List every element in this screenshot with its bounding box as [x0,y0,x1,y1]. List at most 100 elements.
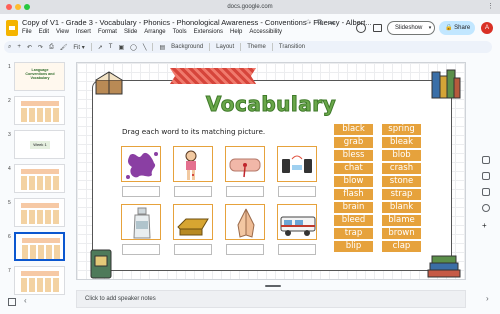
answer-drop-box[interactable] [278,186,316,197]
collapse-filmstrip-icon[interactable]: ‹ [24,296,27,305]
word-tile[interactable]: grab [334,137,373,148]
address-bar[interactable]: docs.google.com [200,2,300,12]
image-icon[interactable]: ▣ [118,44,124,51]
background-button[interactable]: Background [171,44,203,50]
gold-bars-icon [177,218,209,236]
contacts-icon[interactable] [482,204,490,212]
expand-panel-icon[interactable]: › [486,294,489,303]
word-tile[interactable]: spring [382,124,421,135]
word-tile[interactable]: black [334,124,373,135]
slide-thumbnail[interactable] [14,198,65,227]
slideshow-dropdown-icon[interactable]: ▾ [424,21,436,35]
menu-view[interactable]: View [56,29,69,35]
filmstrip-slide-4[interactable]: 4 [0,164,72,194]
menu-arrange[interactable]: Arrange [144,29,165,35]
version-history-icon[interactable] [356,23,366,33]
word-tile[interactable]: blank [382,202,421,213]
word-tile[interactable]: bleed [334,215,373,226]
menu-edit[interactable]: Edit [39,29,49,35]
filmstrip-slide-7[interactable]: 7 [0,266,72,296]
word-tile[interactable]: bless [334,150,373,161]
picture-card-phone-chat[interactable] [277,146,317,182]
slides-logo-icon[interactable] [6,20,18,36]
menu-help[interactable]: Help [230,29,242,35]
browser-menu-icon[interactable]: ⋮ [487,2,494,10]
thumb-grid [21,176,59,190]
picture-card-hand-with-wound[interactable] [225,146,265,182]
picture-card-praying-hands[interactable] [225,204,265,240]
word-tile[interactable]: blow [334,176,373,187]
filmstrip-slide-1[interactable]: 1 Language Conventions and Vocabulary [0,62,72,92]
tasks-icon[interactable] [482,188,490,196]
theme-button[interactable]: Theme [247,44,266,50]
add-addon-icon[interactable]: + [482,222,490,230]
avatar[interactable]: A [481,22,493,34]
word-tile[interactable]: bleak [382,137,421,148]
answer-drop-box[interactable] [122,244,160,255]
word-tile[interactable]: brain [334,202,373,213]
zoom-select[interactable]: Fit ▾ [73,44,84,51]
answer-drop-box[interactable] [226,244,264,255]
menu-extensions[interactable]: Extensions [194,29,223,35]
word-tile[interactable]: brown [382,228,421,239]
word-tile[interactable]: chat [334,163,373,174]
word-tile[interactable]: flash [334,189,373,200]
filmstrip-slide-2[interactable]: 2 [0,96,72,126]
share-button[interactable]: 🔒 Share [439,21,475,35]
comment-icon[interactable]: ▤ [159,44,165,51]
maximize-window-icon[interactable] [24,4,30,10]
answer-drop-box[interactable] [226,186,264,197]
comments-icon[interactable] [373,24,382,32]
menu-accessibility[interactable]: Accessibility [249,29,282,35]
grid-view-icon[interactable] [8,298,16,306]
answer-drop-box[interactable] [122,186,160,197]
minimize-window-icon[interactable] [15,4,21,10]
slide-title[interactable]: Vocabulary [76,92,466,117]
picture-card-camper-van[interactable] [277,204,317,240]
picture-card-bottle[interactable] [121,204,161,240]
slide-thumbnail[interactable] [14,164,65,193]
slide-thumbnail-active[interactable] [14,232,65,261]
line-icon[interactable]: ╲ [143,44,147,51]
filmstrip-slide-5[interactable]: 5 [0,198,72,228]
word-tile[interactable]: stone [382,176,421,187]
slide-number: 5 [8,200,11,206]
text-box-icon[interactable]: T [109,44,113,50]
word-tile[interactable]: clap [382,241,421,252]
instruction-text[interactable]: Drag each word to its matching picture. [122,127,265,136]
notes-resize-handle[interactable] [265,285,281,287]
menu-insert[interactable]: Insert [76,29,91,35]
menu-slide[interactable]: Slide [124,29,137,35]
menu-file[interactable]: File [22,29,32,35]
calendar-icon[interactable] [482,156,490,164]
slide-thumbnail[interactable]: Language Conventions and Vocabulary [14,62,65,91]
word-tile[interactable]: blip [334,241,373,252]
shape-icon[interactable]: ◯ [130,44,137,51]
menu-format[interactable]: Format [98,29,117,35]
slide-thumbnail[interactable] [14,266,65,295]
star-icon[interactable]: ☆ ⧉ ☁ [305,18,337,27]
word-tile[interactable]: strap [382,189,421,200]
speaker-notes-placeholder[interactable]: Click to add speaker notes [85,296,156,302]
answer-drop-box[interactable] [278,244,316,255]
filmstrip-slide-3[interactable]: 3 Week 1 [0,130,72,160]
word-tile[interactable]: crash [382,163,421,174]
answer-drop-box[interactable] [174,244,212,255]
picture-card-stack-of-gold-bars[interactable] [173,204,213,240]
close-window-icon[interactable] [6,4,12,10]
keep-icon[interactable] [482,172,490,180]
layout-button[interactable]: Layout [216,44,234,50]
answer-drop-box[interactable] [174,186,212,197]
menu-tools[interactable]: Tools [173,29,187,35]
slide-thumbnail[interactable]: Week 1 [14,130,65,159]
word-tile[interactable]: blame [382,215,421,226]
slide-thumbnail[interactable] [14,96,65,125]
word-tile[interactable]: blob [382,150,421,161]
picture-card-girl-scraped-knee[interactable] [173,146,213,182]
word-tile[interactable]: trap [334,228,373,239]
transition-button[interactable]: Transition [279,44,305,50]
filmstrip-slide-6[interactable]: 6 [0,232,72,262]
picture-card-paint-splat[interactable] [121,146,161,182]
speaker-notes-panel[interactable]: Click to add speaker notes [76,290,466,308]
select-tool-icon[interactable]: ➚ [98,44,103,51]
